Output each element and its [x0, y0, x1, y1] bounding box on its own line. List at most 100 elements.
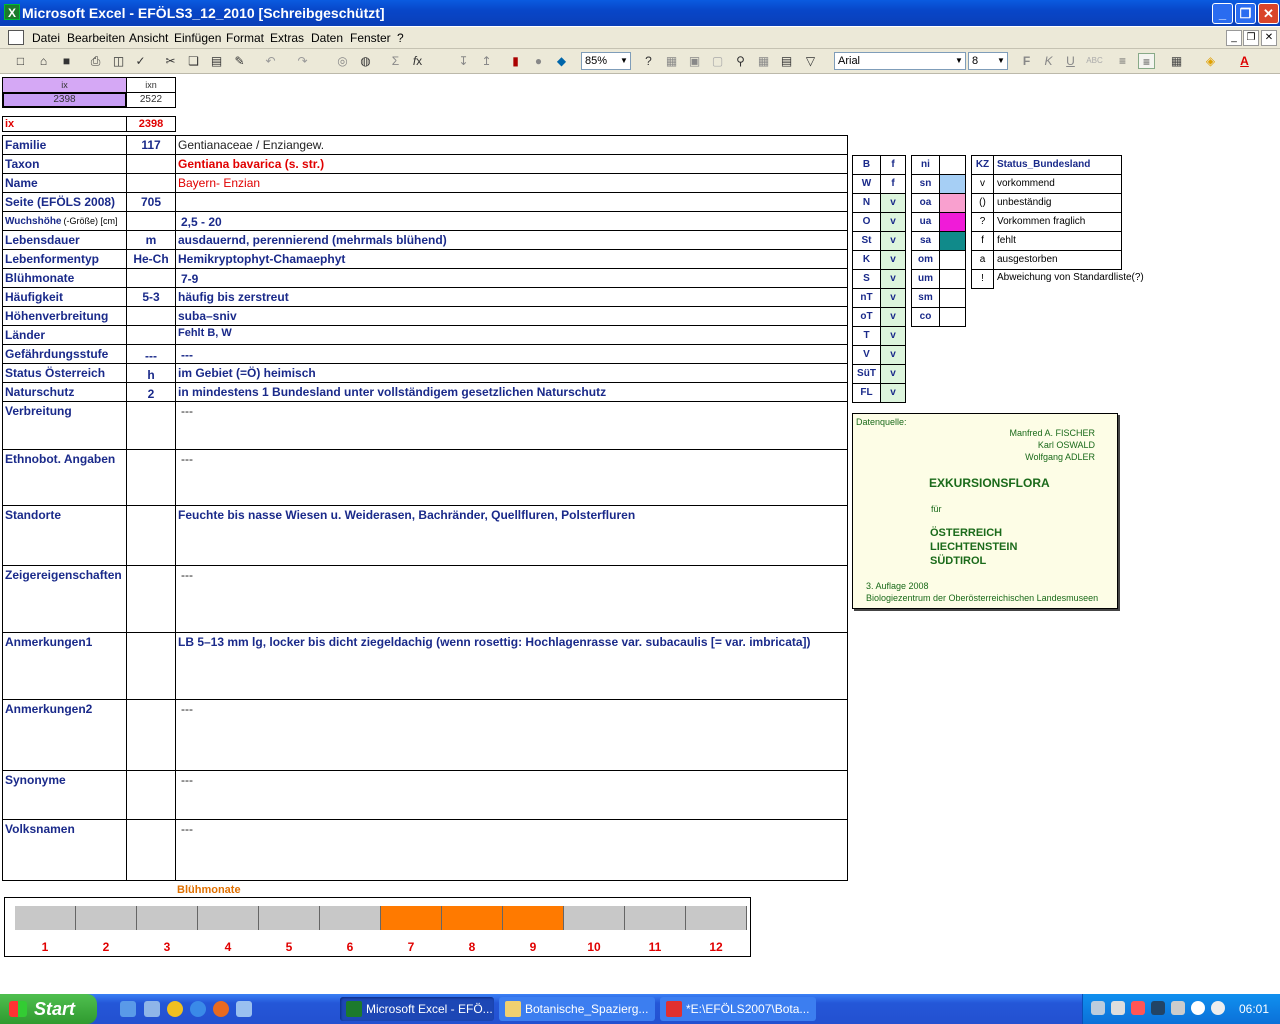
function-icon[interactable]: fx	[409, 53, 426, 69]
start-button[interactable]: Start	[0, 994, 97, 1024]
menu-fenster[interactable]: Fenster	[350, 31, 391, 45]
desktop-icon[interactable]	[120, 1001, 136, 1017]
menu-help[interactable]: ?	[397, 31, 404, 45]
editor-icon	[666, 1001, 682, 1017]
row-label: Familie	[2, 135, 127, 155]
bloom-month-label: 5	[285, 940, 293, 954]
filter-icon[interactable]: ▽	[802, 53, 819, 69]
kz-code: ?	[971, 212, 994, 232]
taskbar-item-excel[interactable]: Microsoft Excel - EFÖ...	[340, 997, 494, 1021]
font-size-select[interactable]: 8 ▼	[968, 52, 1008, 70]
taskbar-item-editor[interactable]: *E:\EFÖLS2007\Bota...	[660, 997, 816, 1021]
paste-icon[interactable]: ▤	[208, 53, 225, 69]
update-icon[interactable]	[1211, 1001, 1225, 1015]
document-icon[interactable]	[8, 30, 24, 45]
grid-icon[interactable]: ▦	[755, 53, 772, 69]
firefox-icon[interactable]	[213, 1001, 229, 1017]
doc-minimize-button[interactable]: _	[1226, 30, 1242, 46]
doc-restore-button[interactable]: ❐	[1243, 30, 1259, 46]
search-icon[interactable]	[1111, 1001, 1125, 1015]
new-icon[interactable]: □	[12, 53, 29, 69]
bold-icon[interactable]: F	[1018, 53, 1035, 69]
redo-icon[interactable]: ↷	[294, 53, 311, 69]
spelling-icon[interactable]: ✓	[132, 53, 149, 69]
align-center-icon[interactable]: ≡	[1138, 53, 1155, 69]
form-icon[interactable]: ▤	[778, 53, 795, 69]
globe-icon[interactable]: ◍	[357, 53, 374, 69]
font-value: Arial	[838, 55, 861, 67]
print-icon[interactable]: ⎙	[87, 53, 104, 69]
undo-icon[interactable]: ↶	[262, 53, 279, 69]
drawing-icon[interactable]: ◆	[553, 53, 570, 69]
web-icon[interactable]: ◎	[334, 53, 351, 69]
explorer-quicklaunch-icon[interactable]	[144, 1001, 160, 1017]
align-left-icon[interactable]: ≡	[1114, 53, 1131, 69]
bloom-month-label: 3	[163, 940, 171, 954]
outlook-icon[interactable]	[236, 1001, 252, 1017]
row-value: ausdauernd, perennierend (mehrmals blühe…	[175, 230, 848, 250]
tool-icon-b[interactable]: ▣	[686, 53, 703, 69]
sort-asc-icon[interactable]: ↧	[455, 53, 472, 69]
menu-bearbeiten[interactable]: Bearbeiten	[67, 31, 125, 45]
ie-icon[interactable]	[190, 1001, 206, 1017]
state-status: v	[880, 364, 906, 384]
network-icon[interactable]	[1091, 1001, 1105, 1015]
copy-icon[interactable]: ❏	[185, 53, 202, 69]
publisher: Biologiezentrum der Oberösterreichischen…	[866, 593, 1099, 603]
row-label: Name	[2, 173, 127, 193]
open-icon[interactable]: ⌂	[35, 53, 52, 69]
section-code	[126, 770, 176, 820]
menu-einfuegen[interactable]: Einfügen	[174, 31, 221, 45]
section-value: ---	[175, 449, 848, 506]
ix-input[interactable]: 2398	[2, 92, 127, 108]
section-code	[126, 401, 176, 450]
underline-icon[interactable]: U	[1062, 53, 1079, 69]
volume-icon[interactable]	[1171, 1001, 1185, 1015]
borders-icon[interactable]: ▦	[1168, 53, 1185, 69]
zoom-select[interactable]: 85% ▼	[581, 52, 631, 70]
italic-icon[interactable]: K	[1040, 53, 1057, 69]
tool-icon-a[interactable]: ▦	[663, 53, 680, 69]
find-icon[interactable]: ⚲	[732, 53, 749, 69]
strikethrough-icon[interactable]: ABC	[1086, 53, 1103, 69]
row-label: Länder	[2, 325, 127, 345]
menu-extras[interactable]: Extras	[270, 31, 304, 45]
country-3: SÜDTIROL	[930, 555, 987, 567]
save-icon[interactable]: ■	[58, 53, 75, 69]
zone-code: ua	[911, 212, 940, 232]
bloom-month-segment	[259, 906, 320, 930]
menu-daten[interactable]: Daten	[311, 31, 343, 45]
chart-icon[interactable]: ▮	[507, 53, 524, 69]
section-code	[126, 565, 176, 633]
security-icon[interactable]	[1131, 1001, 1145, 1015]
shield-icon[interactable]	[1151, 1001, 1165, 1015]
doc-close-button[interactable]: ✕	[1261, 30, 1277, 46]
row-code	[126, 306, 176, 326]
taskbar-item-folder[interactable]: Botanische_Spazierg...	[499, 997, 655, 1021]
media-icon[interactable]	[167, 1001, 183, 1017]
kz-code: v	[971, 174, 994, 194]
print-preview-icon[interactable]: ◫	[110, 53, 127, 69]
restore-button[interactable]: ❐	[1235, 3, 1256, 24]
datasource-label: Datenquelle:	[856, 417, 907, 427]
font-select[interactable]: Arial ▼	[834, 52, 966, 70]
menu-datei[interactable]: Datei	[32, 31, 60, 45]
zone-code: um	[911, 269, 940, 289]
close-button[interactable]: ✕	[1258, 3, 1279, 24]
info-icon[interactable]	[1191, 1001, 1205, 1015]
tool-icon-c[interactable]: ▢	[709, 53, 726, 69]
cut-icon[interactable]: ✂	[162, 53, 179, 69]
row-label: Naturschutz	[2, 382, 127, 402]
help-icon[interactable]: ?	[640, 53, 657, 69]
sort-desc-icon[interactable]: ↥	[478, 53, 495, 69]
state-status: v	[880, 250, 906, 270]
map-icon[interactable]: ●	[530, 53, 547, 69]
menu-format[interactable]: Format	[226, 31, 264, 45]
format-painter-icon[interactable]: ✎	[231, 53, 248, 69]
font-color-icon[interactable]: A	[1236, 53, 1253, 69]
minimize-button[interactable]: _	[1212, 3, 1233, 24]
chevron-down-icon: ▼	[997, 56, 1005, 65]
menu-ansicht[interactable]: Ansicht	[129, 31, 168, 45]
fill-color-icon[interactable]: ◈	[1202, 53, 1219, 69]
autosum-icon[interactable]: Σ	[387, 53, 404, 69]
